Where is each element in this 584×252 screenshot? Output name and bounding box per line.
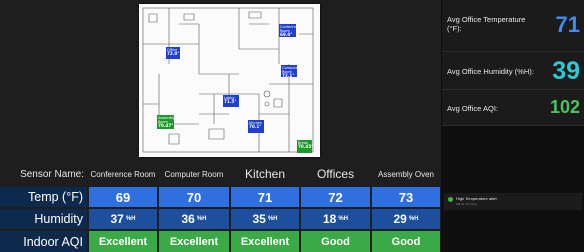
avg-aqi-label: Avg Office AQI: <box>447 104 498 113</box>
humidity-cell[interactable]: 35 %H <box>231 209 299 229</box>
temp-cell[interactable]: 71 <box>231 187 299 207</box>
aqi-cell[interactable]: Excellent <box>89 231 157 252</box>
floor-tag-break[interactable]: Break 70.45° <box>297 140 314 153</box>
aqi-cell[interactable]: Good <box>301 231 370 252</box>
column-header: Conference Room <box>90 169 156 179</box>
temp-cell[interactable]: 72 <box>301 187 370 207</box>
floor-tag-value: 70.47° <box>158 123 174 128</box>
humidity-value: 29 <box>393 212 407 226</box>
main-panel: Conference Room 69.0° Office 72.0° Compu… <box>0 0 441 252</box>
temp-cell[interactable]: 73 <box>372 187 440 207</box>
avg-humidity-label: Avg Office Humidity (%H): <box>447 67 534 76</box>
humidity-cell[interactable]: 37 %H <box>89 209 157 229</box>
floor-tag-value: 72.0° <box>167 51 180 56</box>
floor-tag-value: 69.0° <box>280 32 293 37</box>
shield-icon <box>448 197 453 202</box>
aqi-cell[interactable]: Excellent <box>231 231 299 252</box>
humidity-cell[interactable]: 29 %H <box>372 209 440 229</box>
humidity-value: 35 <box>252 212 266 226</box>
alert-title: High Temperature alert <box>456 196 497 201</box>
aqi-cell[interactable]: Excellent <box>159 231 229 252</box>
humidity-unit: %H <box>338 216 349 222</box>
column-header: Assembly Oven <box>377 169 435 179</box>
floor-tag-office[interactable]: Office 72.0° <box>166 47 180 59</box>
sensor-name-header: Sensor Name: <box>20 168 84 180</box>
floor-tag-value: 71.5° <box>224 99 237 104</box>
temp-cell[interactable]: 70 <box>159 187 229 207</box>
humidity-unit: %H <box>125 216 136 222</box>
alert-subtitle: 3M for 11 hours <box>456 202 477 206</box>
column-header: Computer Room <box>164 169 224 179</box>
floor-tag-value: 72.1° <box>282 73 295 78</box>
floor-tag-conference[interactable]: Conference Room 69.0° <box>279 24 300 37</box>
row-label-humidity: Humidity <box>0 209 87 229</box>
floor-tag-assembly[interactable]: Assembly Room 70.47° <box>157 115 175 129</box>
avg-aqi-value: 102 <box>549 97 580 117</box>
column-header: Offices <box>316 167 355 181</box>
temp-cell[interactable]: 69 <box>89 187 157 207</box>
floor-tag-lobby[interactable]: Lobby 71.5° <box>223 95 239 107</box>
avg-temp-card: Avg Office Temperature (°F): 71 <box>442 0 584 52</box>
floor-tag-computer[interactable]: Computer Room 72.1° <box>281 65 299 78</box>
humidity-value: 36 <box>181 212 195 226</box>
humidity-value: 18 <box>322 212 337 226</box>
row-label-temp: Temp (°F) <box>0 187 87 207</box>
humidity-cell[interactable]: 18 %H <box>301 209 370 229</box>
avg-temp-value: 71 <box>555 12 580 37</box>
avg-humidity-value: 39 <box>552 57 580 85</box>
humidity-value: 37 <box>110 212 124 226</box>
humidity-cell[interactable]: 36 %H <box>159 209 229 229</box>
aqi-cell[interactable]: Good <box>372 231 440 252</box>
row-label-aqi: Indoor AQI <box>0 231 87 252</box>
humidity-unit: %H <box>408 216 419 222</box>
avg-humidity-card: Avg Office Humidity (%H): 39 <box>442 52 584 90</box>
avg-aqi-card: Avg Office AQI: 102 <box>442 90 584 126</box>
humidity-unit: %H <box>267 216 278 222</box>
column-header: Kitchen <box>244 167 286 181</box>
floor-tag-value: 70.45° <box>298 144 314 149</box>
sensor-table: Sensor Name: Conference Room Computer Ro… <box>0 163 441 252</box>
avg-temp-label: Avg Office Temperature (°F): <box>447 15 526 33</box>
humidity-unit: %H <box>196 216 207 222</box>
floor-tag-kitchen[interactable]: Kitchen 70.1° <box>248 120 264 133</box>
alert-item[interactable]: High Temperature alert 3M for 11 hours <box>444 193 582 210</box>
floor-tag-value: 70.1° <box>249 124 262 129</box>
floor-plan[interactable]: Conference Room 69.0° Office 72.0° Compu… <box>139 4 320 157</box>
